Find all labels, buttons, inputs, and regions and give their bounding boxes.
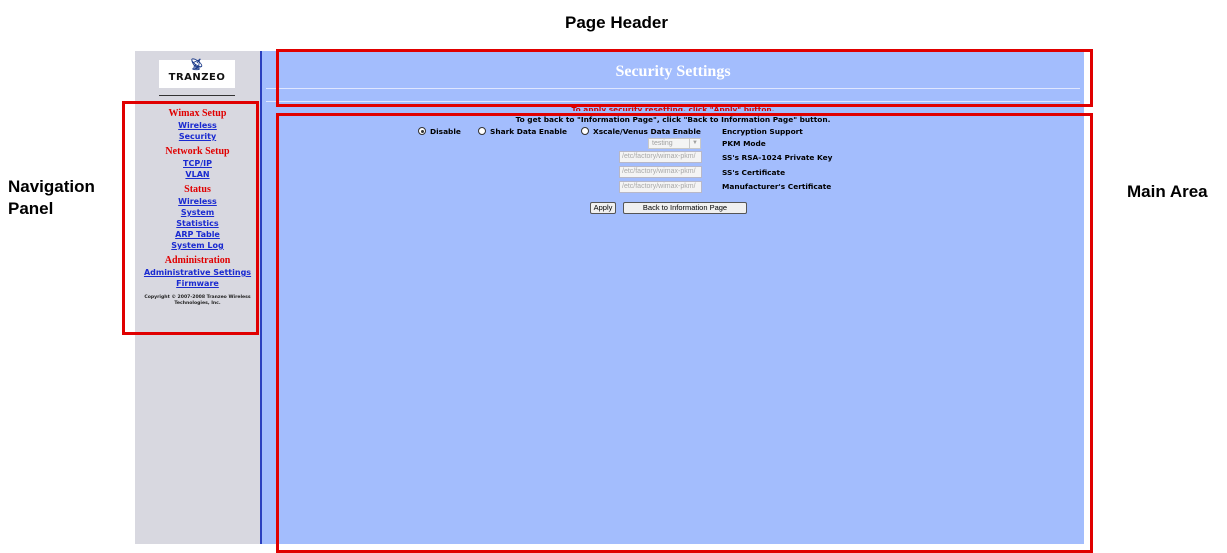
main-area-highlight-box [276, 113, 1093, 553]
page-header-highlight-box [276, 49, 1093, 107]
main-area-annotation: Main Area [1127, 182, 1208, 201]
page-header-annotation: Page Header [565, 13, 668, 32]
navigation-panel-annotation: Navigation Panel [8, 177, 95, 218]
logo-text: TRANZEO [168, 72, 226, 83]
tranzeo-logo: 📡︎ TRANZEO [159, 60, 235, 88]
logo-divider [159, 95, 235, 96]
antenna-icon: 📡︎ [190, 59, 204, 71]
navigation-panel-highlight-box [122, 101, 259, 335]
